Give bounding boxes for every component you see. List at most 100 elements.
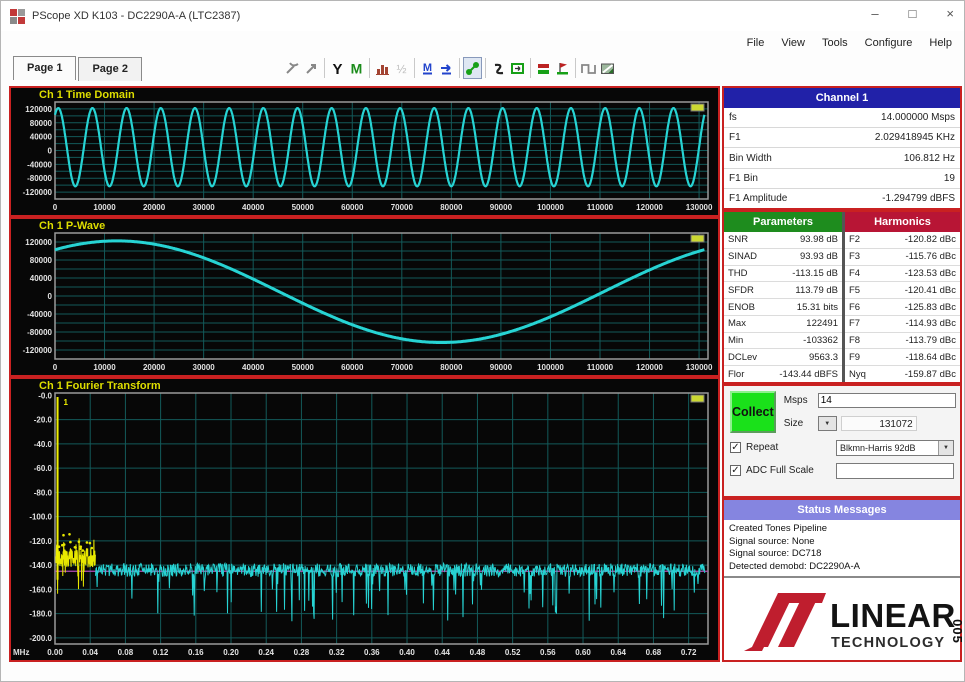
node-link-tool-icon[interactable] bbox=[463, 57, 482, 79]
menu-file[interactable]: File bbox=[747, 37, 765, 49]
svg-text:0.12: 0.12 bbox=[153, 648, 169, 657]
harmonic-label: F2 bbox=[849, 234, 861, 246]
menu-tools[interactable]: Tools bbox=[822, 37, 848, 49]
svg-text:0: 0 bbox=[53, 363, 58, 372]
svg-text:-80.0: -80.0 bbox=[34, 488, 53, 497]
status-header: Status Messages bbox=[724, 500, 960, 520]
window-select-tool-icon[interactable] bbox=[508, 57, 527, 79]
half-scale-tool-icon[interactable]: ½ bbox=[392, 57, 411, 79]
harmonic-label: F6 bbox=[849, 301, 861, 313]
param-row: SFDR 113.79 dB bbox=[724, 282, 842, 300]
adc-full-scale-input[interactable] bbox=[836, 462, 954, 479]
svg-text:120000: 120000 bbox=[636, 203, 663, 212]
svg-text:0.56: 0.56 bbox=[540, 648, 556, 657]
param-label: Min bbox=[728, 335, 744, 347]
harmonic-row: Nyq -159.87 dBc bbox=[845, 366, 960, 382]
pwave-plot[interactable]: 0 10000 20000 30000 40000 50000 60000 70000 8000… bbox=[11, 219, 718, 375]
fft-plot[interactable]: 0.00 0.04 0.08 0.12 0.16 0.20 0.24 0.28 0.32 0.36… bbox=[11, 379, 718, 660]
maximize-button[interactable]: □ bbox=[909, 5, 917, 23]
screenshot-tool-icon[interactable] bbox=[598, 57, 617, 79]
param-row: Max 122491 bbox=[724, 315, 842, 333]
harmonics-table: Harmonics F2 -120.82 dBc F3 -115.76 dBc F4… bbox=[842, 212, 960, 382]
msps-label: Msps bbox=[783, 395, 808, 406]
svg-text:-120000: -120000 bbox=[23, 188, 53, 197]
max-min-tool-icon[interactable]: M bbox=[418, 57, 437, 79]
channel-info-section: Channel 1 fs 14.000000 Msps F1 2.029418945… bbox=[722, 86, 962, 210]
adc-full-scale-label: ADC Full Scale bbox=[746, 465, 814, 476]
svg-text:-140.0: -140.0 bbox=[29, 561, 52, 570]
bar-graph-tool-icon[interactable] bbox=[373, 57, 392, 79]
toolbar-separator bbox=[414, 58, 415, 78]
svg-text:120000: 120000 bbox=[25, 238, 52, 247]
harmonic-value: -123.53 dBc bbox=[904, 267, 956, 279]
histogram-tool-icon[interactable]: M bbox=[347, 57, 366, 79]
collect-button[interactable]: Collect bbox=[730, 391, 776, 433]
square-wave-tool-icon[interactable] bbox=[579, 57, 598, 79]
flag-tool-icon[interactable] bbox=[553, 57, 572, 79]
window-function-select[interactable]: Blkmn-Harris 92dB ▼ bbox=[836, 439, 954, 456]
lt-logo-mark: LINEAR TECHNOLOGY bbox=[744, 593, 956, 651]
adc-full-scale-checkbox[interactable]: ✓ bbox=[730, 465, 741, 476]
zoom-arrow-icon[interactable] bbox=[302, 57, 321, 79]
svg-text:10000: 10000 bbox=[93, 363, 116, 372]
param-value: 113.79 dB bbox=[795, 284, 838, 296]
size-dropdown-button[interactable]: ▼ bbox=[817, 416, 837, 431]
svg-text:0.48: 0.48 bbox=[470, 648, 486, 657]
menu-configure[interactable]: Configure bbox=[865, 37, 913, 49]
cursor-tools-icon[interactable] bbox=[283, 57, 302, 79]
svg-text:0.28: 0.28 bbox=[294, 648, 310, 657]
svg-text:LINEAR: LINEAR bbox=[830, 597, 956, 634]
param-value: 93.93 dB bbox=[799, 251, 838, 263]
harmonic-row: F8 -113.79 dBc bbox=[845, 332, 960, 350]
tab-page-2[interactable]: Page 2 bbox=[78, 57, 142, 81]
menu-view[interactable]: View bbox=[781, 37, 805, 49]
param-value: 9563.3 bbox=[808, 351, 838, 363]
svg-text:0.32: 0.32 bbox=[329, 648, 345, 657]
repeat-label: Repeat bbox=[746, 442, 779, 453]
repeat-checkbox[interactable]: ✓ bbox=[730, 442, 741, 453]
channel-header: Channel 1 bbox=[724, 88, 960, 108]
fft-title: Ch 1 Fourier Transform bbox=[39, 380, 161, 392]
param-label: Max bbox=[728, 318, 746, 330]
average-tool-icon[interactable] bbox=[437, 57, 456, 79]
param-value: -113.15 dB bbox=[792, 267, 838, 279]
msps-input[interactable] bbox=[817, 393, 956, 408]
info-label: F1 Amplitude bbox=[729, 192, 788, 204]
param-label: THD bbox=[728, 267, 748, 279]
menu-help[interactable]: Help bbox=[929, 37, 952, 49]
toolbar: Y M ½ M bbox=[283, 57, 617, 79]
harmonic-value: -115.76 dBc bbox=[905, 251, 956, 263]
time-domain-plot[interactable]: 0 10000 20000 30000 40000 50000 60000 70000 8000… bbox=[11, 88, 718, 215]
harmonic-value: -113.79 dBc bbox=[905, 335, 956, 347]
param-value: 93.98 dB bbox=[799, 234, 838, 246]
svg-text:-40.0: -40.0 bbox=[34, 440, 53, 449]
chevron-down-icon: ▼ bbox=[824, 420, 831, 427]
y-axis-tool-icon[interactable]: Y bbox=[328, 57, 347, 79]
phase-tool-icon[interactable] bbox=[489, 57, 508, 79]
tab-page-1[interactable]: Page 1 bbox=[13, 56, 77, 80]
param-row: Flor -143.44 dBFS bbox=[724, 366, 842, 382]
svg-text:0.08: 0.08 bbox=[118, 648, 134, 657]
svg-text:0.20: 0.20 bbox=[223, 648, 239, 657]
svg-text:120000: 120000 bbox=[636, 363, 663, 372]
info-value: -1.294799 dBFS bbox=[882, 192, 955, 204]
param-label: Flor bbox=[728, 368, 745, 380]
fft-panel: Ch 1 Fourier Transform 0.00 0.04 0.08 0.12 0… bbox=[9, 377, 720, 662]
info-value: 2.029418945 KHz bbox=[874, 132, 955, 144]
svg-text:-80000: -80000 bbox=[27, 328, 52, 337]
param-row: ENOB 15.31 bits bbox=[724, 299, 842, 316]
svg-text:0.16: 0.16 bbox=[188, 648, 204, 657]
svg-text:-20.0: -20.0 bbox=[34, 416, 53, 425]
close-button[interactable]: × bbox=[946, 5, 954, 23]
svg-text:50000: 50000 bbox=[292, 363, 315, 372]
collect-config-tool-icon[interactable] bbox=[534, 57, 553, 79]
param-value: -143.44 dBFS bbox=[779, 368, 838, 380]
status-line: Signal source: DC718 bbox=[729, 548, 822, 559]
svg-text:40000: 40000 bbox=[242, 203, 265, 212]
title-bar: PScope XD K103 - DC2290A-A (LTC2387) bbox=[1, 1, 964, 31]
channel-row-f1amplitude: F1 Amplitude -1.294799 dBFS bbox=[724, 188, 960, 208]
minimize-button[interactable]: – bbox=[871, 5, 878, 23]
channel-row-fs: fs 14.000000 Msps bbox=[724, 108, 960, 129]
svg-text:80000: 80000 bbox=[30, 256, 53, 265]
svg-text:40000: 40000 bbox=[30, 133, 53, 142]
